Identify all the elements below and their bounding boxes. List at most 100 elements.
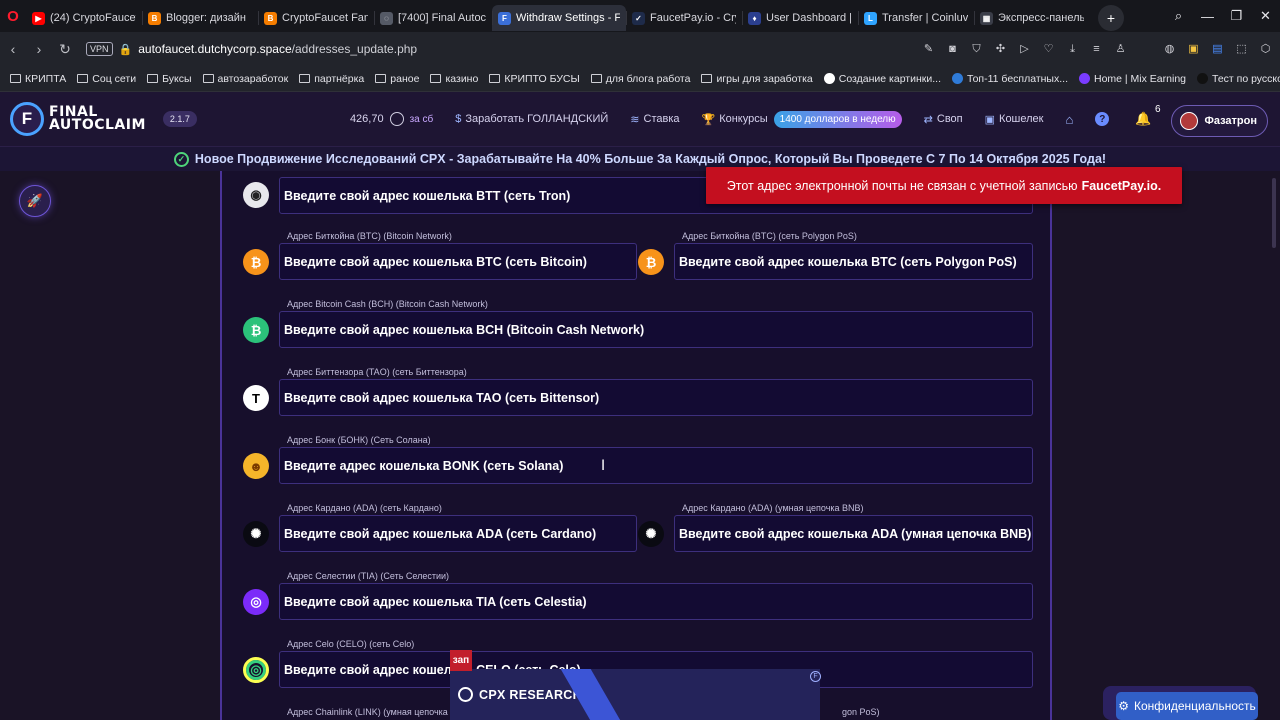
bank-icon[interactable]: ⌂ (1065, 112, 1073, 127)
browser-tab[interactable]: B CryptoFaucet Fan (258, 5, 374, 31)
bookmark-item[interactable]: Топ-11 бесплатных... (951, 73, 1068, 85)
coin-logo-icon: ☻ (243, 453, 269, 479)
bookmark-item[interactable]: автозаработок (202, 73, 288, 85)
translate-icon[interactable]: ▤ (1211, 43, 1224, 56)
opera-menu-icon[interactable]: O (0, 0, 26, 32)
wallet-address-input[interactable] (674, 515, 1033, 552)
field-label: Адрес Бонк (БОНК) (Сеть Солана) (287, 435, 431, 445)
browser-tab[interactable]: ▶ (24) CryptoFaucet Fu (26, 5, 142, 31)
field-label: Адрес Celo (CELO) (сеть Celo) (287, 639, 415, 649)
bookmark-item[interactable]: партнёрка (299, 73, 364, 85)
forward-button[interactable]: › (26, 41, 52, 57)
profile-icon[interactable]: ♙ (1114, 43, 1127, 56)
heart-icon[interactable]: ♡ (1042, 43, 1055, 56)
bookmark-item[interactable]: казино (430, 73, 478, 85)
restore-button[interactable]: ❐ (1222, 8, 1251, 24)
send-icon[interactable]: ▷ (1018, 43, 1031, 56)
bookmark-item[interactable]: для блога работа (590, 72, 691, 85)
folder-icon (147, 74, 159, 83)
lock-icon[interactable]: 🔒 (119, 43, 133, 56)
menu-item[interactable]: 🏆 Конкурсы (702, 113, 768, 126)
browser-tab[interactable]: ✓ FaucetPay.io - Crypto (626, 5, 742, 31)
menu-item[interactable]: ▣ Кошелек (985, 113, 1044, 126)
close-window-button[interactable]: ✕ (1251, 8, 1280, 24)
browser-tab[interactable]: ◌ [7400] Final Autoclai (374, 5, 492, 31)
folder-icon (375, 74, 387, 83)
menu-icon: $ (455, 113, 462, 125)
tab-favicon-icon: B (264, 11, 277, 25)
extension-icon[interactable]: ✣ (994, 43, 1007, 56)
bookmark-item[interactable]: Соц сети (77, 73, 136, 85)
folder-icon (10, 74, 21, 83)
folder-icon (299, 74, 311, 83)
download-icon[interactable]: ⤓ (1066, 43, 1079, 56)
user-menu-button[interactable]: Фазатрон (1171, 105, 1268, 137)
browser-tab[interactable]: ♦ User Dashboard | Fau (742, 5, 858, 31)
folder-icon (202, 74, 214, 83)
menu-item[interactable]: ⇄ Своп (924, 113, 963, 126)
menu-icon[interactable]: ≡ (1090, 43, 1103, 56)
bookmark-item[interactable]: Home | Mix Earning (1078, 72, 1186, 85)
privacy-button[interactable]: ⚙ Конфиденциальность (1116, 692, 1258, 720)
help-icon[interactable]: ? (1095, 112, 1110, 126)
bookmark-label: для блога работа (605, 72, 691, 85)
field-label: Адрес Биттензора (TAO) (сеть Биттензора) (287, 367, 467, 377)
page-scrollbar[interactable] (1272, 178, 1276, 248)
menu-item[interactable]: ≋ Ставка (630, 113, 679, 126)
bookmark-item[interactable]: КРИПТА (10, 73, 66, 85)
logo-line2: AUTOCLAIM (49, 117, 146, 133)
menu-label: Ставка (643, 113, 680, 125)
contest-promo-pill[interactable]: 1400 долларов в неделю (773, 110, 902, 128)
toast-strong: FaucetPay.io. (1081, 178, 1162, 193)
bookmark-item[interactable]: КРИПТО БУСЫ (489, 73, 580, 85)
bookmark-item[interactable]: раное (375, 73, 419, 85)
menu-icon: ≋ (630, 113, 640, 126)
reload-button[interactable]: ↻ (52, 41, 78, 58)
wallet-address-input[interactable] (279, 447, 1033, 484)
browser-tab[interactable]: F Withdraw Settings - Final (492, 5, 626, 31)
wallet-address-input[interactable] (279, 379, 1033, 416)
vpn-badge[interactable]: VPN (86, 42, 113, 56)
notifications-bell-icon[interactable]: 🔔 6 (1135, 104, 1160, 127)
search-tabs-icon[interactable]: ⌕ (1164, 8, 1193, 24)
bookmark-item[interactable]: Создание картинки... (823, 73, 941, 85)
shield-icon[interactable]: ⛉ (970, 43, 983, 56)
menu-item[interactable]: $ Заработать ГОЛЛАНДСКИЙ (455, 113, 608, 125)
bookmark-item[interactable]: Буксы (147, 73, 192, 85)
browser-tab-bar: O ▶(24) CryptoFaucet FuBBlogger: дизайнB… (0, 0, 1280, 32)
wallet-address-input[interactable] (279, 583, 1033, 620)
cpx-badge-icon[interactable]: F (810, 671, 821, 682)
cube-icon[interactable]: ⬡ (1259, 43, 1272, 56)
edit-icon[interactable]: ✎ (922, 43, 935, 56)
wallet-address-input[interactable] (279, 515, 637, 552)
wallet-address-input[interactable] (674, 243, 1033, 280)
wallet-address-input[interactable] (279, 243, 637, 280)
camera-icon[interactable]: ◙ (946, 43, 959, 56)
notifications-count: 6 (1154, 104, 1161, 115)
avatar (1180, 112, 1199, 130)
rocket-icon[interactable]: 🚀 (19, 185, 51, 217)
browser-tab[interactable]: L Transfer | Coinluva (858, 5, 974, 31)
minimize-button[interactable]: — (1193, 9, 1222, 24)
bookmark-item[interactable]: Тест по русскому я... (1197, 73, 1280, 85)
new-tab-button[interactable]: + (1098, 4, 1124, 31)
wallet-address-input[interactable] (279, 311, 1033, 348)
wallet-extension-icon[interactable]: ▣ (1187, 43, 1200, 56)
bookmark-label: Home | Mix Earning (1093, 72, 1186, 85)
coin-logo-icon: ◉ (243, 182, 269, 208)
menu-group-primary: $ Заработать ГОЛЛАНДСКИЙ ≋ Ставка 🏆 Конкурсы (455, 113, 789, 126)
menu-label: Заработать ГОЛЛАНДСКИЙ (465, 113, 609, 125)
error-toast[interactable]: Этот адрес электронной почты не связан с… (706, 167, 1182, 204)
puzzle-icon[interactable]: ⬚ (1235, 43, 1248, 56)
cpx-research-banner[interactable]: CPX RESEARCH (450, 669, 820, 720)
gear-icon: ⚙ (1118, 699, 1130, 713)
bookmark-item[interactable]: игры для заработка (701, 73, 813, 85)
back-button[interactable]: ‹ (0, 41, 26, 57)
site-logo[interactable]: F FINAL AUTOCLAIM (10, 102, 146, 136)
username: Фазатрон (1204, 115, 1257, 127)
browser-tab[interactable]: B Blogger: дизайн (142, 5, 258, 31)
browser-tab[interactable]: ▦ Экспресс-панель (974, 5, 1090, 31)
url-field[interactable]: autofaucet.dutchycorp.space/addresses_up… (138, 42, 417, 56)
globe-icon[interactable]: ◍ (1163, 43, 1176, 56)
